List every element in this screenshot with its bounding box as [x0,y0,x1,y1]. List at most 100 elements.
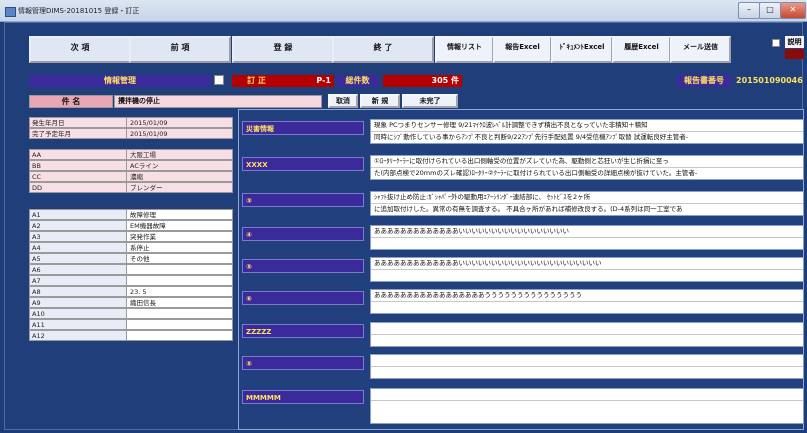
explain-indicator [785,49,804,59]
section-text[interactable]: ｼｬﾌﾄ抜け止め防止:ｶﾞｼｬﾊﾟｰ外の駆動用ｴｱｰｼﾘﾝﾀﾞｰ連結部に、 ｾｯ… [370,191,804,216]
date-row: 発生年月日 2015/01/09 [29,117,233,128]
mail-send-button[interactable]: メール送信 [670,36,731,63]
section-line [371,238,803,249]
new-button[interactable]: 新 規 [360,94,400,108]
org-row: BB ACライン [29,160,233,171]
attribute-row: A8 23. 5 [29,286,233,297]
report-excel-button[interactable]: 報告Excel [493,36,552,63]
attribute-value[interactable] [126,308,233,319]
attribute-label: A12 [29,330,126,341]
attribute-value[interactable] [126,275,233,286]
section-line: 同時にｼﾌﾞ動作している事からｱﾝﾌﾟ不良と判断9/22ｱﾝﾌﾟ先行手配処置 9… [374,133,689,141]
section-line [371,335,803,346]
attribute-value[interactable]: EM機器故障 [126,220,233,231]
date-value[interactable]: 2015/01/09 [126,128,233,139]
section-text[interactable]: 現象 PCつまりセンサー修理 9/21ﾏｲｸﾛ波ﾚﾍﾞﾙ計調整できず積出不良とな… [370,119,804,144]
section-text[interactable]: あああああああああああああああああううううううううううううううう [370,289,804,314]
exit-button[interactable]: 終 了 [332,36,434,63]
section-label: ③ [242,193,364,207]
attribute-value[interactable] [126,264,233,275]
section-line: あああああああああああああああああううううううううううううううう [371,290,803,302]
org-row: DD ブレンダー [29,182,233,193]
report-number-label: 報告書番号 [676,75,732,87]
section-line: に追加取付けした。異常の有無を調査する。 不具合ヶ所があれば補修改良する。(D-… [374,205,683,213]
prev-item-button[interactable]: 前 項 [129,36,231,63]
attribute-row: A5 その他 [29,253,233,264]
explain-checkbox[interactable] [772,39,780,47]
subject-field[interactable]: 攪拌機の停止 [114,95,322,108]
section-label: ④ [242,227,364,241]
next-item-button[interactable]: 次 項 [29,36,131,63]
attribute-row: A4 系停止 [29,242,233,253]
attribute-label: A4 [29,242,126,253]
attribute-value[interactable]: 系停止 [126,242,233,253]
section-line [371,270,803,281]
section-line [371,401,803,412]
attribute-value[interactable]: その他 [126,253,233,264]
section-label: XXXX [242,157,364,171]
section-label: ⑤ [242,356,364,370]
section-line: ①ﾛｰﾀﾘｰｸｰﾗｰに取付けられている出口側軸受の位置がズレていた為、駆動側と芯… [371,156,803,168]
attribute-value[interactable]: 突発作業 [126,231,233,242]
attribute-value[interactable]: 故障修理 [126,209,233,220]
section-label: ZZZZZ [242,324,364,338]
attribute-row: A2 EM機器故障 [29,220,233,231]
minimize-button[interactable]: – [738,2,760,19]
org-label: BB [29,160,126,171]
attribute-label: A1 [29,209,126,220]
attribute-value[interactable]: 23. 5 [126,286,233,297]
cancel-button[interactable]: 取消 [328,94,358,108]
attribute-row: A1 故障修理 [29,209,233,220]
section-text[interactable] [370,354,804,379]
section-label: 災害情報 [242,121,364,135]
section-line: あああああああああああああいいいいいいいいいいいいいいいいい [371,226,803,238]
attribute-label: A9 [29,297,126,308]
section-line: あああああああああああああいいいいいいいいいいいいいいいいいいいいいい [371,258,803,270]
status-button[interactable]: 未完了 [402,94,458,108]
org-value[interactable]: ACライン [126,160,233,171]
section-text[interactable]: ①ﾛｰﾀﾘｰｸｰﾗｰに取付けられている出口側軸受の位置がズレていた為、駆動側と芯… [370,155,804,180]
attribute-label: A7 [29,275,126,286]
date-label: 完了予定年月 [29,128,126,139]
close-button[interactable]: ✕ [780,2,806,19]
org-label: AA [29,149,126,160]
document-excel-button[interactable]: ﾄﾞｷｭﾒﾝﾄExcel [551,36,613,63]
attribute-label: A6 [29,264,126,275]
attribute-label: A11 [29,319,126,330]
attribute-label: A2 [29,220,126,231]
section-text[interactable]: あああああああああああああいいいいいいいいいいいいいいいいい [370,225,804,250]
register-button[interactable]: 登 録 [232,36,334,63]
org-label: CC [29,171,126,182]
info-management-label: 情報管理 [29,75,211,87]
org-row: CC 濃縮 [29,171,233,182]
section-line [371,323,803,335]
subject-label: 件 名 [29,95,113,108]
attribute-row: A12 [29,330,233,341]
section-line [371,355,803,367]
attribute-value[interactable] [126,319,233,330]
correction-label: 訂 正 [232,75,281,87]
section-text[interactable] [370,388,804,424]
section-line [371,367,803,378]
section-line: た(内部点検で20mmのズレ確認)ﾛｰﾀﾘｰ②ｸｰﾗｰに取付けられている出口側軸… [374,169,698,177]
attribute-value[interactable] [126,330,233,341]
date-label: 発生年月日 [29,117,126,128]
section-text[interactable]: あああああああああああああいいいいいいいいいいいいいいいいいいいいいい [370,257,804,282]
info-list-button[interactable]: 情報リスト [435,36,494,63]
attribute-label: A3 [29,231,126,242]
attribute-row: A6 [29,264,233,275]
page-number: P-1 [281,75,334,87]
org-value[interactable]: 濃縮 [126,171,233,182]
org-row: AA 大阪工場 [29,149,233,160]
report-number-value: 201501090046 [736,76,803,85]
org-value[interactable]: ブレンダー [126,182,233,193]
section-text[interactable] [370,322,804,347]
org-value[interactable]: 大阪工場 [126,149,233,160]
attribute-value[interactable]: 織田信長 [126,297,233,308]
explain-button[interactable]: 説明 [785,36,804,48]
history-excel-button[interactable]: 履歴Excel [612,36,671,63]
attribute-label: A8 [29,286,126,297]
info-management-checkbox[interactable] [214,75,224,85]
date-value[interactable]: 2015/01/09 [126,117,233,128]
maximize-button[interactable]: □ [759,2,781,19]
